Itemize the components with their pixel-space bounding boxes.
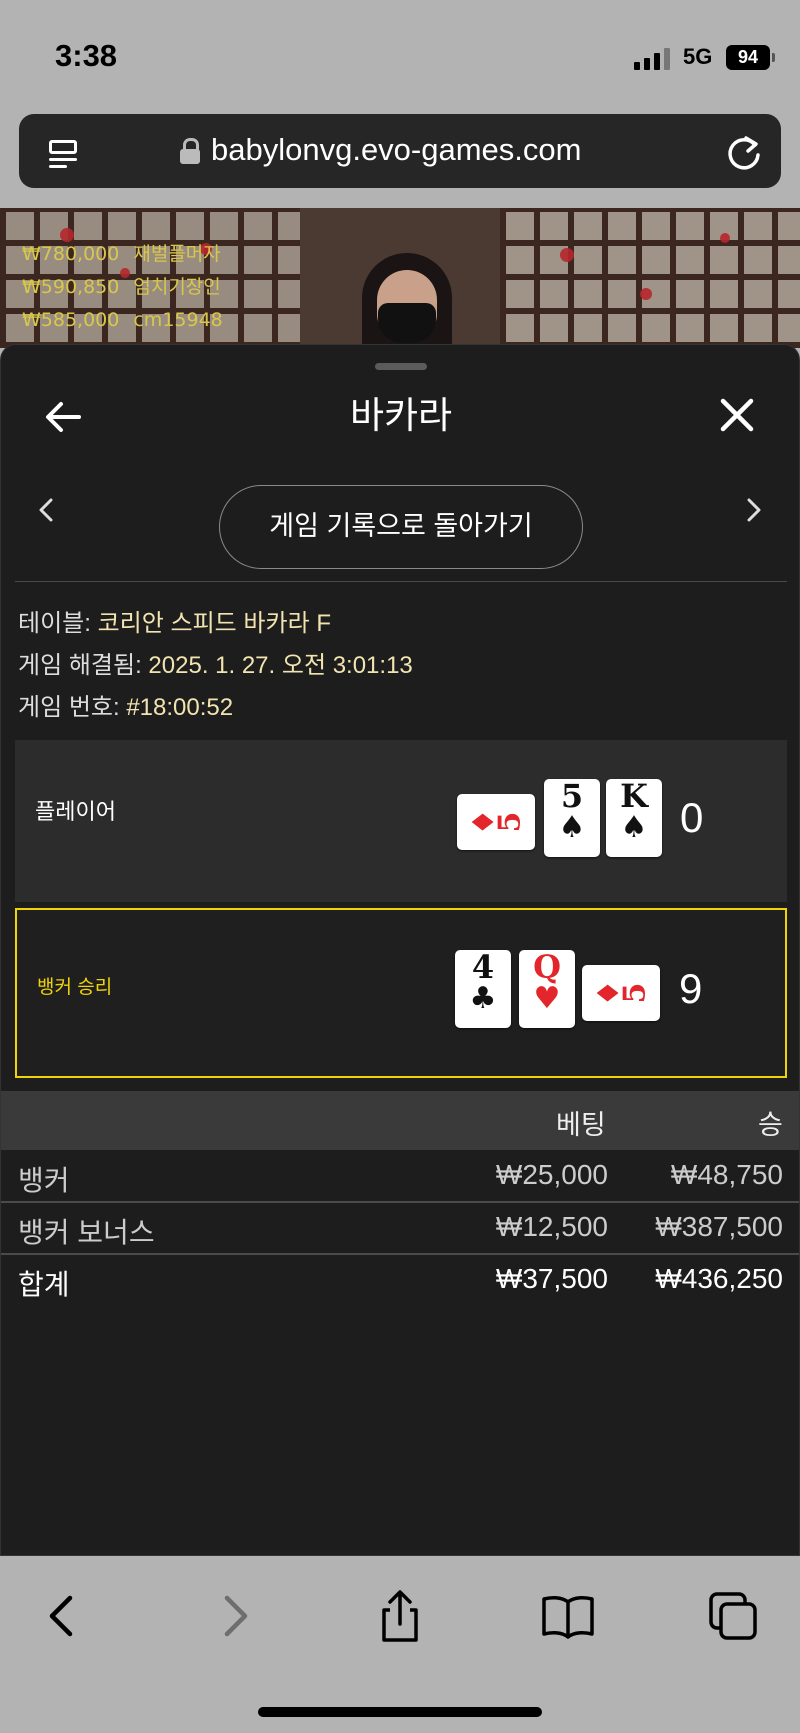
- game-detail-sheet: 바카라 게임 기록으로 돌아가기 테이블: 코리안 스피드 바카라 F 게임 해…: [0, 344, 800, 1556]
- bookmarks-icon[interactable]: [538, 1586, 598, 1646]
- blossom: [640, 288, 652, 300]
- battery-icon: 94: [726, 45, 775, 70]
- win-amount: ₩387,500: [655, 1211, 783, 1242]
- total-row: 합계 ₩37,500 ₩436,250: [1, 1255, 799, 1305]
- table-row: 뱅커 ₩25,000 ₩48,750: [1, 1151, 799, 1201]
- win-column-header: 승: [758, 1110, 783, 1140]
- back-icon[interactable]: [32, 1586, 92, 1646]
- forward-icon[interactable]: [205, 1586, 265, 1646]
- bet-column-header: 베팅: [556, 1110, 606, 1140]
- winner-entry: ₩585,000 cm15948: [22, 309, 223, 331]
- address-bar[interactable]: babylonvg.evo-games.com: [19, 114, 781, 188]
- cellular-signal-icon: [634, 46, 670, 70]
- page-title: 바카라: [349, 395, 453, 436]
- status-bar: 3:38 5G 94: [0, 0, 800, 110]
- player-label: 플레이어: [35, 799, 116, 824]
- banker-score: 9: [679, 965, 703, 1012]
- network-type: 5G: [683, 44, 713, 69]
- player-hand: 플레이어 ♦ 5 5 ♠ K ♠ 0: [15, 740, 787, 902]
- live-video: ₩780,000 재벌플머자 ₩590,850 엄치기장인 ₩585,000 cm15…: [0, 208, 800, 348]
- winner-entry: ₩590,850 엄치기장인: [22, 276, 221, 298]
- bet-name: 뱅커 보너스: [18, 1217, 155, 1248]
- banker-card-1: 4 ♣: [455, 950, 511, 1028]
- bets-table-header: 베팅 승: [1, 1091, 799, 1150]
- total-label: 합계: [18, 1269, 70, 1300]
- url-text[interactable]: babylonvg.evo-games.com: [211, 132, 581, 168]
- game-number-info: 게임 번호: #18:00:52: [18, 694, 234, 721]
- close-icon[interactable]: [715, 393, 759, 437]
- total-bet: ₩37,500: [495, 1263, 608, 1294]
- banker-win-label: 뱅커 승리: [37, 977, 113, 998]
- banker-card-2: Q ♥: [519, 950, 575, 1028]
- status-time: 3:38: [55, 38, 118, 73]
- table-info: 테이블: 코리안 스피드 바카라 F: [18, 610, 331, 637]
- sheet-drag-handle[interactable]: [375, 363, 427, 370]
- banker-hand: 뱅커 승리 4 ♣ Q ♥ ♦ 5 9: [15, 908, 787, 1078]
- home-indicator: [258, 1707, 542, 1717]
- player-card-2: 5 ♠: [544, 779, 600, 857]
- player-score: 0: [680, 794, 704, 841]
- resolved-info: 게임 해결됨: 2025. 1. 27. 오전 3:01:13: [18, 652, 413, 679]
- bet-amount: ₩25,000: [495, 1159, 608, 1190]
- lattice-screen-right: [500, 208, 800, 348]
- table-row: 뱅커 보너스 ₩12,500 ₩387,500: [1, 1203, 799, 1253]
- winner-entry: ₩780,000 재벌플머자: [22, 243, 221, 265]
- blossom: [720, 233, 730, 243]
- bet-amount: ₩12,500: [495, 1211, 608, 1242]
- blossom: [560, 248, 574, 262]
- dealer-mask: [378, 303, 436, 343]
- tabs-icon[interactable]: [705, 1586, 765, 1646]
- next-game-icon[interactable]: [739, 490, 769, 530]
- previous-game-icon[interactable]: [31, 490, 61, 530]
- bet-name: 뱅커: [18, 1165, 70, 1196]
- player-card-3: K ♠: [606, 779, 662, 857]
- share-icon[interactable]: [370, 1586, 430, 1646]
- back-to-history-button[interactable]: 게임 기록으로 돌아가기: [219, 485, 583, 569]
- total-win: ₩436,250: [655, 1263, 783, 1294]
- reload-icon[interactable]: [724, 133, 764, 173]
- lock-icon: [179, 138, 201, 164]
- page-menu-icon[interactable]: [45, 134, 81, 170]
- player-card-1: ♦ 5: [457, 794, 535, 850]
- banker-card-3: ♦ 5: [582, 965, 660, 1021]
- winners-ticker: ₩780,000 재벌플머자 ₩590,850 엄치기장인 ₩585,000 cm15…: [22, 238, 223, 337]
- divider: [15, 581, 787, 582]
- win-amount: ₩48,750: [670, 1159, 783, 1190]
